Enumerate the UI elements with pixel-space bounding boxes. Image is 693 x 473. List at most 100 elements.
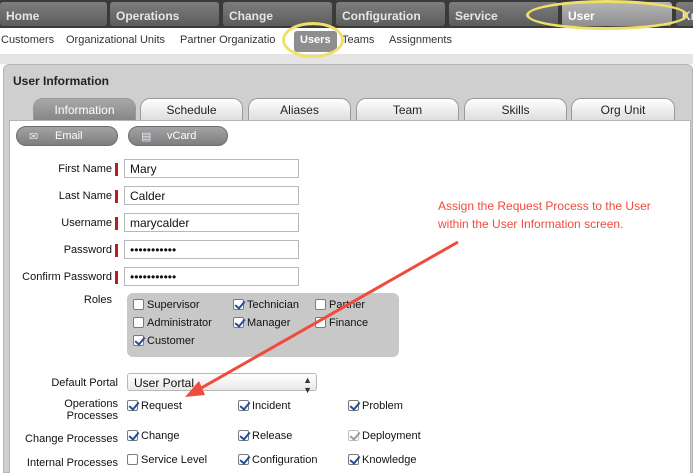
confirm-password-field[interactable]: •••••••••••	[124, 267, 299, 286]
subnav-divider	[0, 54, 693, 64]
role-label: Administrator	[147, 317, 212, 329]
process-incident[interactable]: Incident	[238, 400, 291, 412]
required-marker	[115, 271, 118, 284]
process-knowledge[interactable]: Knowledge	[348, 454, 416, 466]
process-service-level[interactable]: Service Level	[127, 454, 207, 466]
required-marker	[115, 244, 118, 257]
checkbox-unchecked[interactable]	[127, 454, 138, 465]
annotation-line-1: Assign the Request Process to the User	[438, 199, 651, 213]
default-portal-select[interactable]: User Portal ▲ ▼	[127, 373, 317, 395]
nav-tab-operations[interactable]: Operations	[110, 2, 219, 26]
panel-tabs: Information Schedule Aliases Team Skills…	[4, 98, 692, 120]
tab-schedule[interactable]: Schedule	[140, 98, 243, 120]
role-administrator[interactable]: Administrator	[133, 317, 212, 329]
checkbox-checked[interactable]	[133, 335, 144, 346]
internal-processes-label: Internal Processes	[26, 457, 118, 469]
process-change[interactable]: Change	[127, 430, 180, 442]
process-label: Problem	[362, 400, 403, 412]
role-supervisor[interactable]: Supervisor	[133, 299, 200, 311]
nav-tab-home[interactable]: Home	[0, 2, 107, 26]
role-label: Supervisor	[147, 299, 200, 311]
role-finance[interactable]: Finance	[315, 317, 368, 329]
checkbox-unchecked[interactable]	[133, 299, 144, 310]
username-field[interactable]: marycalder	[124, 213, 299, 232]
required-marker	[115, 217, 118, 230]
required-marker	[115, 190, 118, 203]
process-label: Knowledge	[362, 454, 417, 466]
subnav-customers[interactable]: Customers	[1, 34, 54, 46]
role-label: Partner	[329, 299, 366, 311]
process-label: Change	[141, 430, 180, 442]
checkbox-unchecked[interactable]	[315, 299, 326, 310]
vcard-button-label: vCard	[167, 130, 197, 142]
tab-team[interactable]: Team	[356, 98, 459, 120]
tab-information[interactable]: Information	[33, 98, 136, 120]
checkbox-checked[interactable]	[238, 430, 249, 441]
password-label: Password	[63, 244, 112, 256]
subnav-assignments[interactable]: Assignments	[389, 34, 452, 46]
password-field[interactable]: •••••••••••	[124, 240, 299, 259]
role-customer[interactable]: Customer	[133, 335, 195, 347]
user-information-screen: Home Operations Change Configuration Ser…	[0, 0, 693, 473]
role-label: Manager	[247, 317, 291, 329]
highlight-user-tab	[526, 0, 688, 30]
confirm-password-label: Confirm Password	[22, 271, 112, 283]
annotation-line-2: within the User Information screen.	[438, 217, 624, 231]
subnav-organizational-units[interactable]: Organizational Units	[66, 34, 165, 46]
subnav-teams[interactable]: Teams	[342, 34, 374, 46]
role-label: Customer	[147, 335, 195, 347]
checkbox-unchecked[interactable]	[315, 317, 326, 328]
role-label: Technician	[247, 299, 299, 311]
process-request[interactable]: Request	[127, 400, 182, 412]
sub-navigation: Customers Organizational Units Partner O…	[0, 28, 693, 54]
process-label: Deployment	[362, 430, 421, 442]
vcard-button[interactable]: ▤ vCard	[128, 126, 228, 146]
highlight-users-subnav	[282, 22, 344, 58]
subnav-partner-organizations[interactable]: Partner Organizatio	[180, 34, 286, 46]
process-label: Incident	[252, 400, 291, 412]
annotation-note: Assign the Request Process to the User w…	[438, 197, 678, 233]
email-button[interactable]: ✉ Email	[16, 126, 118, 146]
default-portal-value: User Portal	[134, 376, 195, 390]
tab-org-unit[interactable]: Org Unit	[571, 98, 675, 120]
role-technician[interactable]: Technician	[233, 299, 299, 311]
nav-tab-configuration[interactable]: Configuration	[336, 2, 445, 26]
email-button-label: Email	[55, 130, 83, 142]
checkbox-checked[interactable]	[233, 317, 244, 328]
tab-aliases[interactable]: Aliases	[248, 98, 351, 120]
process-problem[interactable]: Problem	[348, 400, 403, 412]
checkbox-disabled-checked	[348, 430, 359, 441]
information-tab-content: ✉ Email ▤ vCard First Name Mary Last Nam…	[9, 120, 691, 473]
email-icon: ✉	[29, 131, 39, 143]
process-label: Service Level	[141, 454, 208, 466]
tab-skills[interactable]: Skills	[464, 98, 567, 120]
panel-title: User Information	[13, 74, 110, 88]
select-arrows-icon: ▲ ▼	[303, 375, 312, 395]
role-partner[interactable]: Partner	[315, 299, 365, 311]
default-portal-label: Default Portal	[51, 377, 118, 389]
process-label: Configuration	[252, 454, 318, 466]
process-configuration[interactable]: Configuration	[238, 454, 317, 466]
operations-processes-label: Operations Processes	[64, 398, 118, 422]
last-name-field[interactable]: Calder	[124, 186, 299, 205]
required-marker	[115, 163, 118, 176]
roles-group: Supervisor Technician Partner Administra…	[127, 293, 399, 357]
process-label: Release	[252, 430, 293, 442]
last-name-label: Last Name	[58, 190, 112, 202]
roles-label: Roles	[83, 294, 112, 306]
vcard-icon: ▤	[141, 131, 152, 143]
checkbox-checked[interactable]	[238, 454, 249, 465]
checkbox-checked[interactable]	[348, 400, 359, 411]
first-name-label: First Name	[58, 163, 112, 175]
role-label: Finance	[329, 317, 369, 329]
checkbox-checked[interactable]	[127, 400, 138, 411]
checkbox-unchecked[interactable]	[133, 317, 144, 328]
checkbox-checked[interactable]	[233, 299, 244, 310]
process-release[interactable]: Release	[238, 430, 292, 442]
checkbox-checked[interactable]	[348, 454, 359, 465]
first-name-field[interactable]: Mary	[124, 159, 299, 178]
process-label: Request	[141, 400, 182, 412]
checkbox-checked[interactable]	[238, 400, 249, 411]
checkbox-checked[interactable]	[127, 430, 138, 441]
role-manager[interactable]: Manager	[233, 317, 290, 329]
